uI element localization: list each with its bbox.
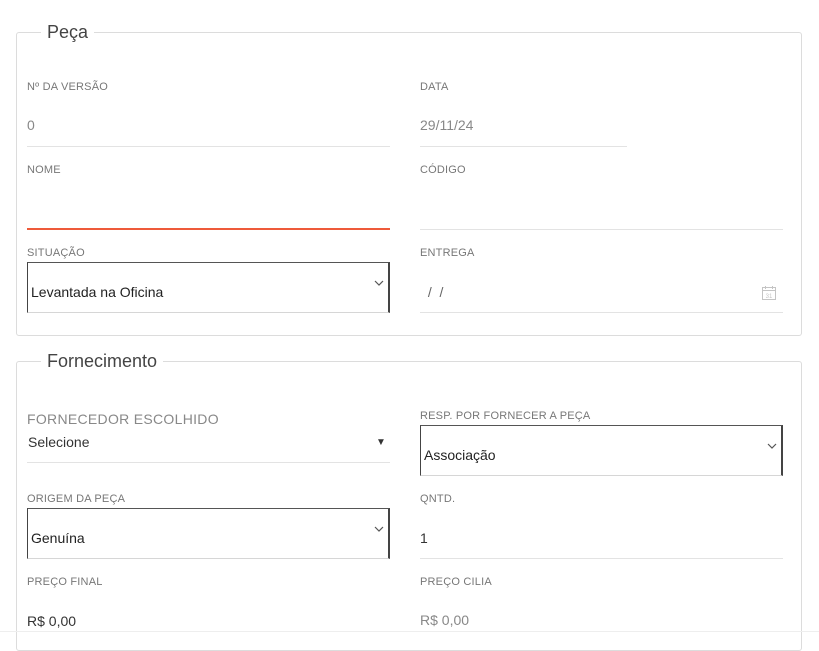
caret-down-icon: ▼ — [376, 437, 386, 448]
versao-underline — [27, 146, 390, 147]
preco-cilia-label: PREÇO CILIA — [420, 576, 492, 588]
chevron-down-icon — [767, 443, 777, 449]
data-field: 29/11/24 — [420, 117, 474, 133]
fornecedor-underline — [27, 462, 390, 463]
chevron-down-icon — [374, 280, 384, 286]
responsavel-label: RESP. POR FORNECER A PEÇA — [420, 410, 591, 422]
fornecimento-legend: Fornecimento — [41, 350, 164, 372]
qntd-underline — [420, 558, 783, 559]
situacao-label: SITUAÇÃO — [27, 247, 85, 259]
entrega-label: ENTREGA — [420, 247, 475, 259]
entrega-input[interactable]: / / — [424, 284, 444, 300]
preco-cilia-field: R$ 0,00 — [420, 612, 470, 628]
fornecedor-dropdown[interactable]: Selecione — [28, 434, 390, 456]
responsavel-select[interactable]: Associação — [420, 425, 783, 476]
codigo-input[interactable] — [420, 200, 783, 222]
fornecedor-label: FORNECEDOR ESCOLHIDO — [27, 411, 219, 427]
data-underline — [420, 146, 627, 147]
situacao-select[interactable]: Levantada na Oficina — [27, 262, 390, 313]
preco-final-label: PREÇO FINAL — [27, 576, 103, 588]
origem-value: Genuína — [31, 530, 85, 546]
preco-final-field[interactable]: R$ 0,00 — [27, 613, 76, 629]
qntd-input[interactable]: 1 — [420, 530, 783, 552]
peca-legend: Peça — [41, 21, 95, 43]
responsavel-value: Associação — [424, 447, 496, 463]
versao-label: Nº DA VERSÃO — [27, 81, 108, 93]
entrega-underline — [420, 312, 783, 313]
codigo-label: CÓDIGO — [420, 164, 466, 176]
fornecimento-fieldset: Fornecimento — [16, 350, 802, 651]
calendar-icon[interactable]: 31 — [761, 285, 777, 301]
origem-select[interactable]: Genuína — [27, 508, 390, 559]
svg-text:31: 31 — [766, 294, 773, 300]
nome-input[interactable] — [27, 200, 390, 222]
data-label: DATA — [420, 81, 449, 93]
qntd-label: QNTD. — [420, 493, 456, 505]
origem-label: ORIGEM DA PEÇA — [27, 493, 126, 505]
nome-underline-focused — [27, 228, 390, 230]
versao-field: 0 — [27, 117, 35, 133]
chevron-down-icon — [374, 526, 384, 532]
codigo-underline — [420, 229, 783, 230]
nome-label: NOME — [27, 164, 61, 176]
situacao-value: Levantada na Oficina — [31, 284, 164, 300]
